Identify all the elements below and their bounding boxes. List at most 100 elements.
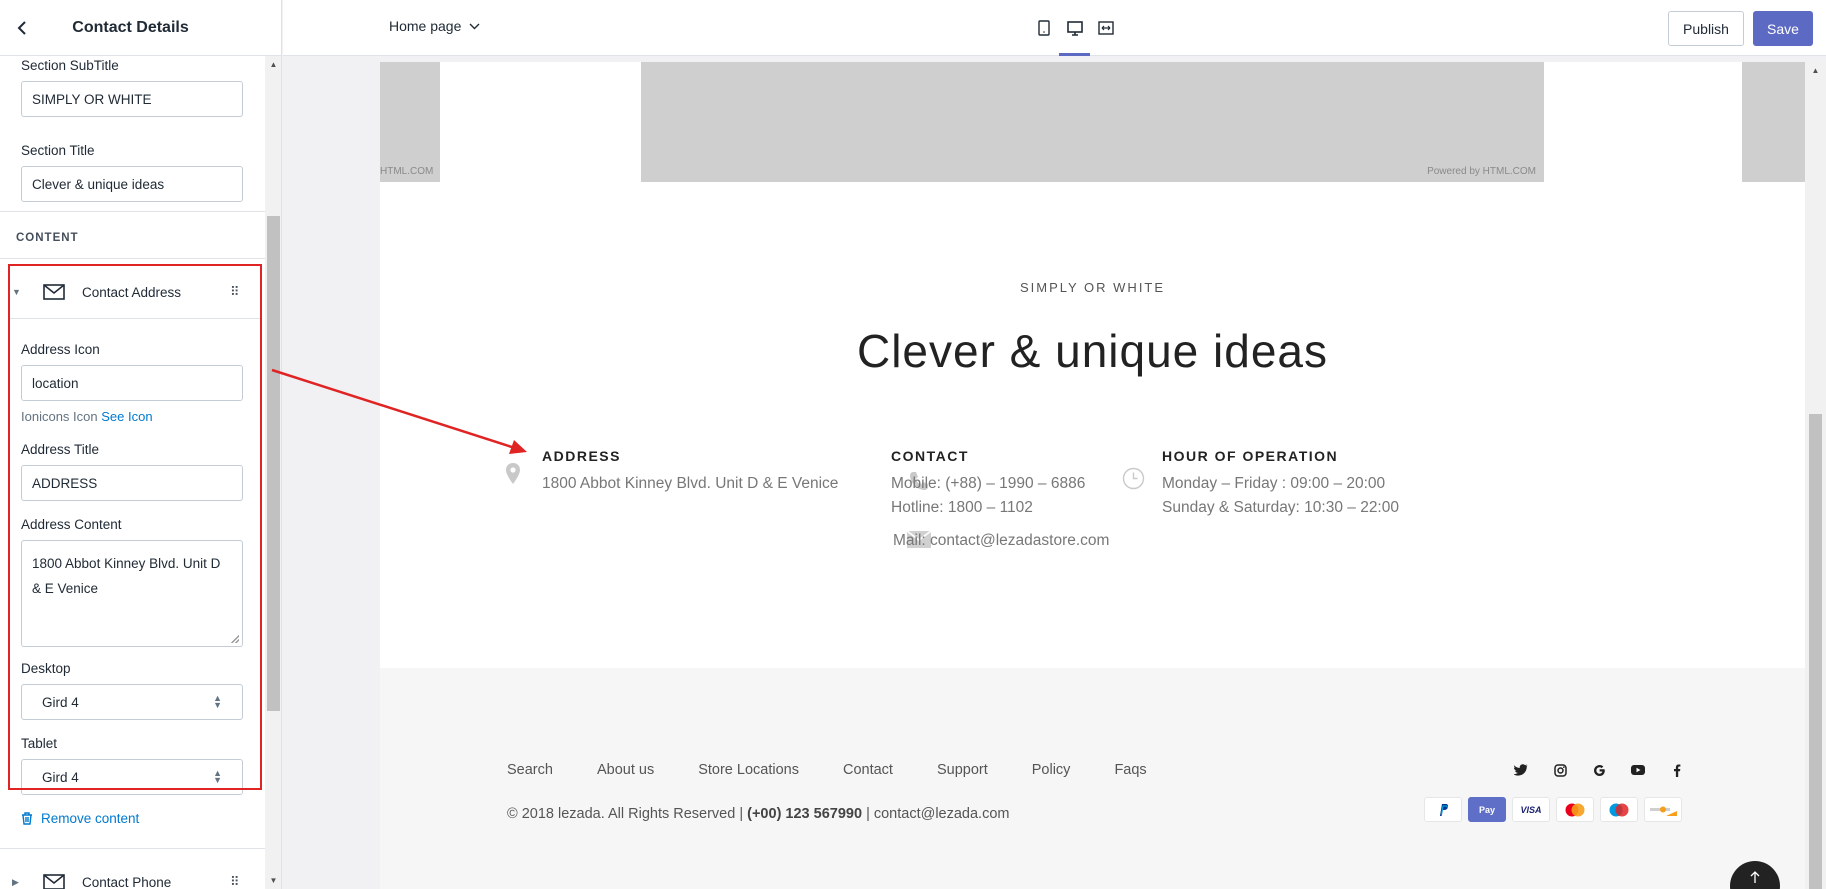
footer-link-contact[interactable]: Contact (843, 762, 893, 778)
maestro-icon (1600, 797, 1638, 822)
contact-block: CONTACT Mobile: (+88) – 1990 – 6886 Hotl… (891, 448, 1109, 553)
textarea-line: & E Venice (32, 581, 99, 596)
address-icon-input[interactable]: location (21, 365, 243, 401)
caret-down-icon[interactable]: ▼ (12, 287, 21, 297)
tablet-select-value: Gird 4 (42, 769, 79, 785)
select-arrows-icon: ▲ ▼ (213, 693, 222, 710)
device-fullwidth[interactable] (1090, 0, 1121, 56)
copyright-phone: (+00) 123 567990 (747, 806, 863, 822)
desktop-label: Desktop (21, 661, 71, 676)
back-button[interactable] (12, 17, 34, 39)
hours-weekdays: Monday – Friday : 09:00 – 20:00 (1162, 475, 1386, 492)
sidebar-header: Contact Details (0, 0, 281, 56)
page-selector[interactable]: Home page (389, 18, 480, 34)
instagram-icon[interactable] (1551, 761, 1569, 779)
footer-link-faqs[interactable]: Faqs (1114, 762, 1146, 778)
address-title-input[interactable]: ADDRESS (21, 465, 243, 501)
icon-hint: Ionicons Icon See Icon (21, 409, 243, 424)
resize-grip-icon[interactable] (231, 635, 239, 643)
section-title: Clever & unique ideas (856, 325, 1329, 377)
paypal-icon (1424, 797, 1462, 822)
copyright-text: © 2018 lezada. All Rights Reserved | (507, 806, 744, 822)
publish-button[interactable]: Publish (1668, 11, 1744, 46)
address-content-field: Address Content 1800 Abbot Kinney Blvd. … (0, 517, 264, 647)
mastercard-icon (1556, 797, 1594, 822)
tablet-label: Tablet (21, 736, 58, 751)
section-subtitle-field: Section SubTitle SIMPLY OR WHITE (0, 58, 264, 117)
map-credit: HTML.COM (380, 166, 434, 177)
device-mobile[interactable] (1028, 0, 1059, 56)
fullwidth-icon (1097, 21, 1114, 35)
footer-link-support[interactable]: Support (937, 762, 988, 778)
see-icon-link[interactable]: See Icon (101, 409, 152, 424)
settings-sidebar: Contact Details Section SubTitle SIMPLY … (0, 0, 282, 889)
sidebar-scrollbar[interactable]: ▲ ▼ (265, 56, 281, 889)
google-icon[interactable] (1590, 761, 1608, 779)
section-title-field: Section Title Clever & unique ideas (0, 143, 264, 202)
remove-content-button[interactable]: Remove content (0, 811, 139, 826)
scrollbar-thumb[interactable] (1809, 414, 1822, 889)
sidebar-scroll-area: Section SubTitle SIMPLY OR WHITE Section… (0, 56, 265, 889)
location-pin-icon (506, 463, 520, 484)
footer-link-about[interactable]: About us (597, 762, 654, 778)
facebook-icon[interactable] (1668, 761, 1686, 779)
select-arrows-icon: ▲ ▼ (213, 768, 222, 785)
payment-methods: Pay VISA (1424, 797, 1682, 822)
contact-mail: Mail: contact@lezadastore.com (893, 532, 1110, 549)
site-footer: Search About us Store Locations Contact … (380, 668, 1805, 889)
icon-hint-text: Ionicons Icon (21, 409, 98, 424)
hours-block: HOUR OF OPERATION Monday – Friday : 09:0… (1162, 448, 1399, 520)
desktop-field: Desktop Gird 4 ▲ ▼ (0, 661, 264, 720)
drag-handle-icon[interactable]: ⠿ (230, 284, 239, 300)
copyright: © 2018 lezada. All Rights Reserved | (+0… (507, 806, 1009, 822)
address-title-label: Address Title (21, 442, 100, 457)
tablet-field: Tablet Gird 4 ▲ ▼ (0, 736, 264, 795)
save-button[interactable]: Save (1753, 11, 1813, 46)
textarea-line: 1800 Abbot Kinney Blvd. Unit D (32, 556, 221, 571)
address-line: 1800 Abbot Kinney Blvd. Unit D & E Venic… (542, 475, 839, 492)
youtube-icon[interactable] (1629, 761, 1647, 779)
envelope-icon (43, 284, 65, 300)
map-tile (1742, 62, 1805, 182)
section-subtitle-input[interactable]: SIMPLY OR WHITE (21, 81, 243, 117)
map-credit: Powered by HTML.COM (1427, 166, 1536, 177)
device-desktop[interactable] (1059, 0, 1090, 56)
footer-link-store-locations[interactable]: Store Locations (698, 762, 799, 778)
section-title-input[interactable]: Clever & unique ideas (21, 166, 243, 202)
desktop-select-value: Gird 4 (42, 694, 79, 710)
address-heading: ADDRESS (542, 448, 621, 464)
map-embed[interactable]: Powered by HTML.COM (641, 62, 1544, 182)
scroll-up-icon[interactable]: ▲ (265, 56, 281, 73)
section-subtitle-label: Section SubTitle (21, 58, 119, 73)
editor-topbar: Home page Publish Save (283, 0, 1826, 56)
scroll-down-icon[interactable]: ▼ (265, 872, 281, 889)
map-strip: HTML.COM Powered by HTML.COM (380, 62, 1805, 182)
address-content-textarea[interactable]: 1800 Abbot Kinney Blvd. Unit D & E Venic… (21, 540, 243, 647)
page-selector-label: Home page (389, 18, 462, 34)
desktop-select[interactable]: Gird 4 ▲ ▼ (21, 684, 243, 720)
content-item-contact-address[interactable]: ▼ Contact Address ⠿ (0, 262, 265, 322)
address-block: ADDRESS 1800 Abbot Kinney Blvd. Unit D &… (542, 448, 838, 496)
divider (0, 211, 265, 212)
caret-right-icon[interactable]: ▶ (12, 877, 19, 888)
footer-link-policy[interactable]: Policy (1032, 762, 1071, 778)
copyright-email: | contact@lezada.com (866, 806, 1010, 822)
tablet-select[interactable]: Gird 4 ▲ ▼ (21, 759, 243, 795)
arrow-up-icon (1750, 871, 1760, 883)
drag-handle-icon[interactable]: ⠿ (230, 874, 239, 889)
footer-link-search[interactable]: Search (507, 762, 553, 778)
twitter-icon[interactable] (1512, 761, 1530, 779)
envelope-icon (43, 874, 65, 889)
address-title-field: Address Title ADDRESS (0, 442, 264, 501)
content-heading: CONTENT (16, 232, 79, 244)
content-item-contact-phone[interactable]: ▶ Contact Phone ⠿ (0, 852, 265, 889)
chevron-left-icon (17, 21, 26, 35)
preview-scrollbar[interactable]: ▲ (1805, 62, 1826, 889)
footer-nav: Search About us Store Locations Contact … (507, 762, 1191, 778)
address-content-label: Address Content (21, 517, 122, 532)
scroll-up-icon[interactable]: ▲ (1805, 62, 1826, 79)
hours-weekend: Sunday & Saturday: 10:30 – 22:00 (1162, 499, 1399, 516)
divider (0, 258, 265, 259)
scrollbar-thumb[interactable] (267, 216, 280, 711)
divider (8, 318, 262, 319)
